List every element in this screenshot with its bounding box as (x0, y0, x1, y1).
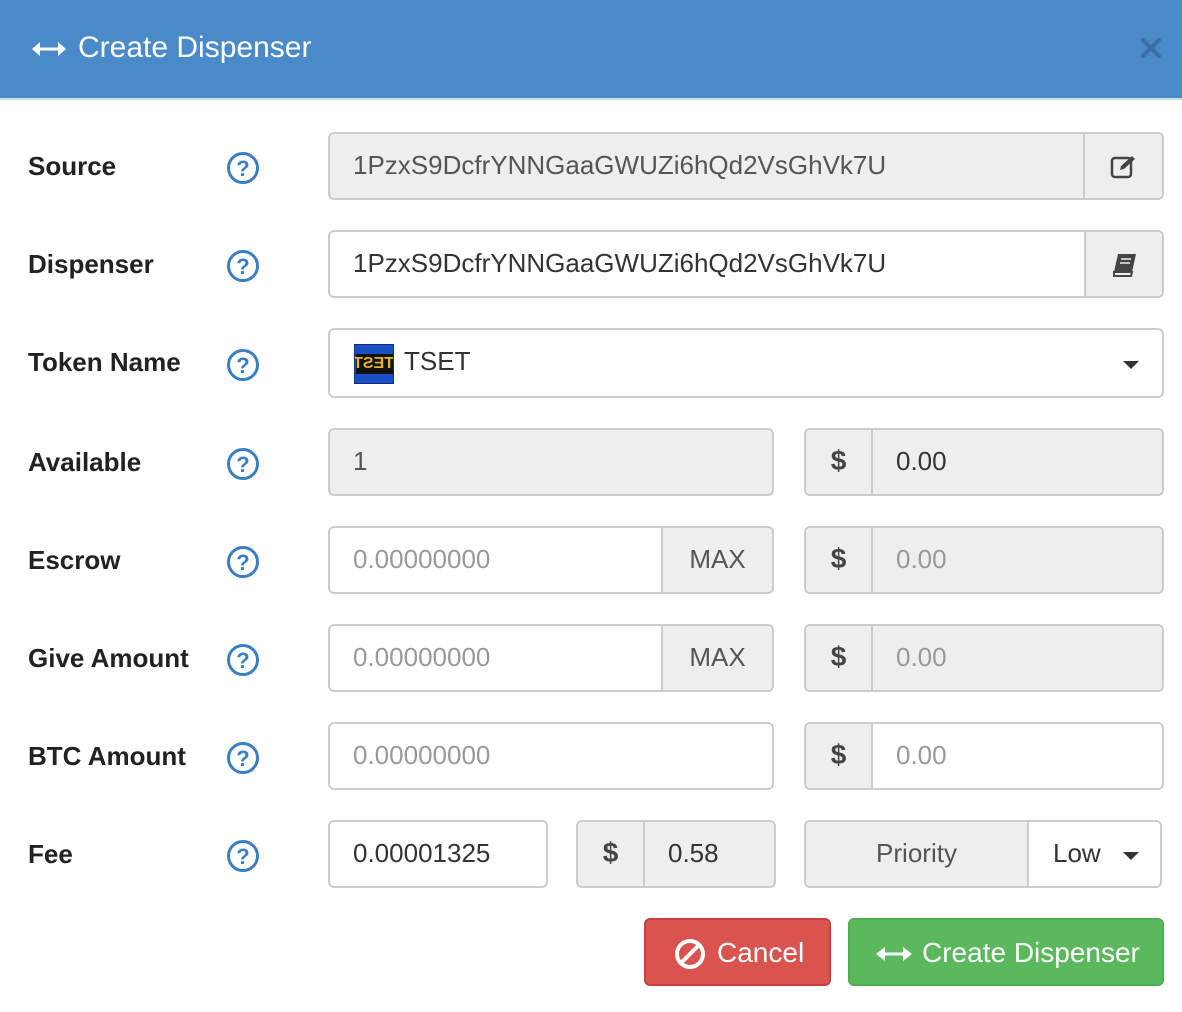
escrow-placeholder: 0.00000000 (353, 544, 491, 574)
svg-text:?: ? (236, 156, 249, 181)
source-field[interactable]: 1PzxS9DcfrYNNGaaGWUZi6hQd2VsGhVk7U (328, 132, 1164, 200)
source-edit-button[interactable] (1083, 134, 1162, 198)
escrow-usd-field: $ 0.00 (804, 526, 1164, 594)
dispenser-value: 1PzxS9DcfrYNNGaaGWUZi6hQd2VsGhVk7U (353, 248, 887, 278)
chevron-down-icon (1123, 361, 1139, 369)
give-amount-input[interactable]: 0.00000000 MAX (328, 624, 774, 692)
escrow-max-button[interactable]: MAX (661, 528, 772, 592)
close-icon[interactable] (1138, 34, 1164, 62)
dispenser-field[interactable]: 1PzxS9DcfrYNNGaaGWUZi6hQd2VsGhVk7U (328, 230, 1164, 298)
available-field: 1 (328, 428, 774, 496)
dollar-addon: $ (578, 822, 645, 886)
fee-value: 0.00001325 (353, 838, 491, 868)
fee-label: Fee (28, 839, 73, 869)
address-book-button[interactable] (1084, 232, 1162, 296)
give-amount-label: Give Amount (28, 643, 189, 673)
priority-dropdown[interactable]: Low (1029, 822, 1160, 886)
available-usd-field: $ 0.00 (804, 428, 1164, 496)
question-circle-icon[interactable]: ? (226, 741, 260, 775)
escrow-label: Escrow (28, 545, 121, 575)
give-amount-usd-field: $ 0.00 (804, 624, 1164, 692)
available-label: Available (28, 447, 142, 477)
arrows-horizontal-icon (32, 42, 66, 56)
fee-usd-value: 0.58 (668, 838, 719, 868)
source-value: 1PzxS9DcfrYNNGaaGWUZi6hQd2VsGhVk7U (353, 150, 887, 180)
priority-label: Priority (806, 822, 1029, 886)
btc-amount-label: BTC Amount (28, 741, 186, 771)
btc-amount-usd-placeholder: 0.00 (896, 740, 947, 770)
address-book-icon (1113, 254, 1136, 277)
escrow-usd-placeholder: 0.00 (896, 544, 947, 574)
svg-text:?: ? (236, 550, 249, 575)
priority-value: Low (1053, 838, 1101, 868)
dialog-header: Create Dispenser (0, 0, 1182, 100)
ban-icon (675, 939, 705, 969)
dialog-title: Create Dispenser (78, 31, 312, 64)
escrow-input[interactable]: 0.00000000 MAX (328, 526, 774, 594)
cancel-button[interactable]: Cancel (644, 918, 831, 986)
svg-text:?: ? (236, 746, 249, 771)
dollar-addon: $ (806, 724, 873, 788)
give-amount-max-button[interactable]: MAX (661, 626, 772, 690)
dispenser-label: Dispenser (28, 249, 154, 279)
svg-text:?: ? (236, 353, 249, 378)
give-amount-placeholder: 0.00000000 (353, 642, 491, 672)
svg-text:?: ? (236, 452, 249, 477)
edit-icon (1110, 156, 1135, 179)
token-select[interactable]: TEST TSET (328, 328, 1164, 398)
dollar-addon: $ (806, 528, 873, 592)
svg-text:?: ? (236, 648, 249, 673)
dollar-addon: $ (806, 430, 873, 494)
question-circle-icon[interactable]: ? (226, 447, 260, 481)
question-circle-icon[interactable]: ? (226, 839, 260, 873)
token-image: TEST (354, 344, 394, 384)
token-selected-value: TSET (404, 346, 471, 376)
priority-group[interactable]: Priority Low (804, 820, 1162, 888)
chevron-down-icon (1123, 852, 1139, 860)
question-circle-icon[interactable]: ? (226, 151, 260, 185)
svg-text:?: ? (236, 254, 249, 279)
fee-usd-field: $ 0.58 (576, 820, 776, 888)
btc-amount-input[interactable]: 0.00000000 (328, 722, 774, 790)
btc-amount-usd-input[interactable]: $ 0.00 (804, 722, 1164, 790)
question-circle-icon[interactable]: ? (226, 348, 260, 382)
create-dispenser-button[interactable]: Create Dispenser (848, 918, 1164, 986)
arrows-horizontal-icon (876, 947, 912, 961)
dollar-addon: $ (806, 626, 873, 690)
question-circle-icon[interactable]: ? (226, 643, 260, 677)
btc-amount-placeholder: 0.00000000 (353, 740, 491, 770)
svg-text:?: ? (236, 844, 249, 869)
source-label: Source (28, 151, 117, 181)
token-name-label: Token Name (28, 347, 181, 377)
give-amount-usd-placeholder: 0.00 (896, 642, 947, 672)
fee-input[interactable]: 0.00001325 (328, 820, 548, 888)
available-value: 1 (353, 446, 368, 476)
question-circle-icon[interactable]: ? (226, 545, 260, 579)
question-circle-icon[interactable]: ? (226, 249, 260, 283)
available-usd-value: 0.00 (896, 446, 947, 476)
